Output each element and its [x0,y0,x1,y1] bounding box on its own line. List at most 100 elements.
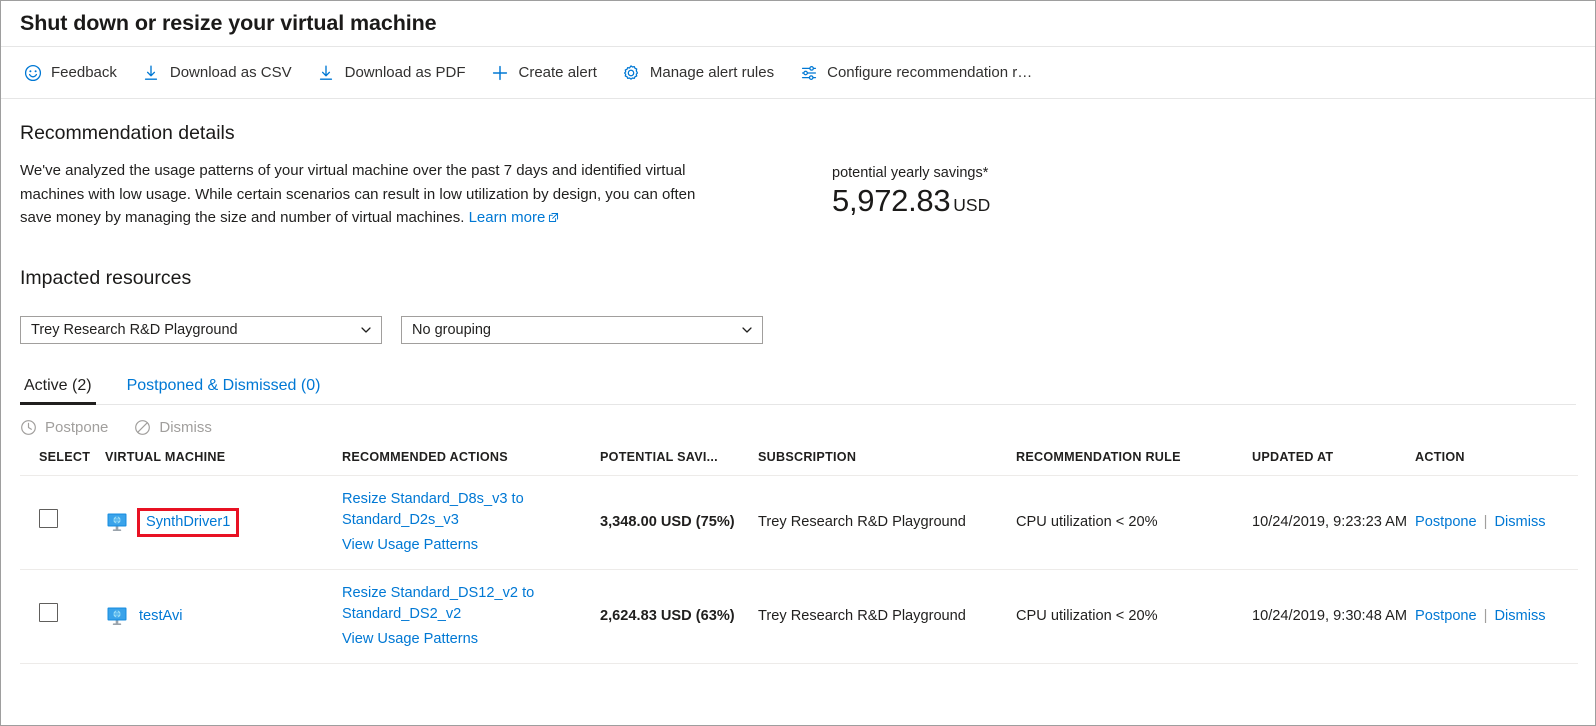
view-usage-patterns-link[interactable]: View Usage Patterns [342,535,594,556]
row-subscription-cell: Trey Research R&D Playground [758,475,1016,569]
column-header-updated-at: UPDATED AT [1252,450,1415,476]
row-vm-cell: testAvi [105,569,342,663]
title-bar: Shut down or resize your virtual machine [1,1,1595,47]
row-checkbox[interactable] [39,603,58,622]
row-savings-cell: 3,348.00 USD (75%) [600,475,758,569]
details-row: We've analyzed the usage patterns of you… [20,159,1576,231]
virtual-machine-icon [105,604,129,628]
impacted-resources-heading: Impacted resources [20,267,1576,290]
row-updated-at-cell: 10/24/2019, 9:30:48 AM [1252,569,1415,663]
row-subscription-cell: Trey Research R&D Playground [758,569,1016,663]
column-header-recommended-actions: RECOMMENDED ACTIONS [342,450,600,476]
subscription-filter-value: Trey Research R&D Playground [31,322,238,338]
command-bar: Feedback Download as CSV Download as PDF… [1,47,1595,99]
download-csv-label: Download as CSV [170,64,292,81]
recommendations-table: SELECT VIRTUAL MACHINE RECOMMENDED ACTIO… [20,450,1578,664]
dismiss-bulk-button[interactable]: Dismiss [134,419,212,436]
row-postpone-link[interactable]: Postpone [1415,512,1477,533]
savings-currency: USD [953,195,990,215]
row-updated-at-value: 10/24/2019, 9:30:48 AM [1252,608,1407,624]
description-line-1: We've analyzed the usage patterns of you… [20,162,685,179]
column-header-recommendation-rule: RECOMMENDATION RULE [1016,450,1252,476]
column-header-subscription: SUBSCRIPTION [758,450,1016,476]
postpone-bulk-button[interactable]: Postpone [20,419,108,436]
block-icon [134,419,151,436]
row-dismiss-link[interactable]: Dismiss [1494,606,1545,627]
row-select-cell [20,569,105,663]
row-recommended-actions-cell: Resize Standard_DS12_v2 to Standard_DS2_… [342,569,600,663]
subscription-filter-dropdown[interactable]: Trey Research R&D Playground [20,316,382,344]
create-alert-button[interactable]: Create alert [488,57,610,88]
row-recommended-actions-cell: Resize Standard_D8s_v3 to Standard_D2s_v… [342,475,600,569]
tab-active[interactable]: Active (2) [20,377,96,404]
sliders-icon [799,63,818,82]
row-vm-cell: SynthDriver1 [105,475,342,569]
action-separator: | [1484,512,1488,533]
download-pdf-label: Download as PDF [345,64,466,81]
row-savings-value: 2,624.83 USD (63%) [600,608,735,624]
gear-icon [622,63,641,82]
vm-name-link[interactable]: testAvi [139,606,183,627]
configure-recommendation-rules-button[interactable]: Configure recommendation r… [796,57,1045,88]
potential-savings: potential yearly savings* 5,972.83USD [832,159,990,225]
filter-bar: Trey Research R&D Playground No grouping [20,316,1576,344]
chevron-down-icon [359,323,373,337]
dismiss-bulk-label: Dismiss [159,419,212,436]
postpone-bulk-label: Postpone [45,419,108,436]
row-action-cell: Postpone | Dismiss [1415,569,1578,663]
column-header-select: SELECT [20,450,105,476]
description-line-3: save money by managing the size and numb… [20,209,464,226]
row-checkbox[interactable] [39,509,58,528]
row-dismiss-link[interactable]: Dismiss [1494,512,1545,533]
grouping-filter-dropdown[interactable]: No grouping [401,316,763,344]
row-rule-cell: CPU utilization < 20% [1016,569,1252,663]
grouping-filter-value: No grouping [412,322,491,338]
row-postpone-link[interactable]: Postpone [1415,606,1477,627]
smiley-icon [23,63,42,82]
tab-bar: Active (2) Postponed & Dismissed (0) [20,377,1576,405]
clock-icon [20,419,37,436]
recommendation-details-heading: Recommendation details [20,122,1576,145]
table-row: testAvi Resize Standard_DS12_v2 to Stand… [20,569,1578,663]
description-line-2: machines with low usage. While certain s… [20,186,695,203]
resize-action-link[interactable]: Resize Standard_DS12_v2 to Standard_DS2_… [342,583,594,625]
download-icon [142,63,161,82]
column-header-potential-savings: POTENTIAL SAVI... [600,450,758,476]
chevron-down-icon [740,323,754,337]
row-rule-cell: CPU utilization < 20% [1016,475,1252,569]
recommendation-page: Shut down or resize your virtual machine… [0,0,1596,726]
resize-action-link[interactable]: Resize Standard_D8s_v3 to Standard_D2s_v… [342,489,594,531]
manage-alert-rules-button[interactable]: Manage alert rules [619,57,787,88]
content-area: Recommendation details We've analyzed th… [1,122,1595,664]
view-usage-patterns-link[interactable]: View Usage Patterns [342,629,594,650]
savings-label: potential yearly savings* [832,165,990,181]
column-header-virtual-machine: VIRTUAL MACHINE [105,450,342,476]
feedback-button[interactable]: Feedback [20,57,130,88]
download-icon [317,63,336,82]
feedback-label: Feedback [51,64,117,81]
create-alert-label: Create alert [519,64,597,81]
vm-name-link[interactable]: SynthDriver1 [137,508,239,537]
manage-alert-rules-label: Manage alert rules [650,64,774,81]
download-csv-button[interactable]: Download as CSV [139,57,305,88]
table-header-row: SELECT VIRTUAL MACHINE RECOMMENDED ACTIO… [20,450,1578,476]
row-updated-at-cell: 10/24/2019, 9:23:23 AM [1252,475,1415,569]
row-updated-at-value: 10/24/2019, 9:23:23 AM [1252,514,1407,530]
recommendation-description: We've analyzed the usage patterns of you… [20,159,810,231]
download-pdf-button[interactable]: Download as PDF [314,57,479,88]
row-action-bar: Postpone Dismiss [20,419,1576,436]
external-link-icon [548,207,559,231]
savings-amount: 5,972.83USD [832,181,990,225]
savings-number: 5,972.83 [832,183,950,218]
virtual-machine-icon [105,510,129,534]
tab-postponed-dismissed[interactable]: Postponed & Dismissed (0) [123,377,325,404]
row-savings-cell: 2,624.83 USD (63%) [600,569,758,663]
row-savings-value: 3,348.00 USD (75%) [600,514,735,530]
configure-recommendation-rules-label: Configure recommendation r… [827,64,1032,81]
column-header-action: ACTION [1415,450,1578,476]
learn-more-link[interactable]: Learn more [469,209,546,226]
page-title: Shut down or resize your virtual machine [20,11,437,36]
row-action-cell: Postpone | Dismiss [1415,475,1578,569]
action-separator: | [1484,606,1488,627]
row-select-cell [20,475,105,569]
